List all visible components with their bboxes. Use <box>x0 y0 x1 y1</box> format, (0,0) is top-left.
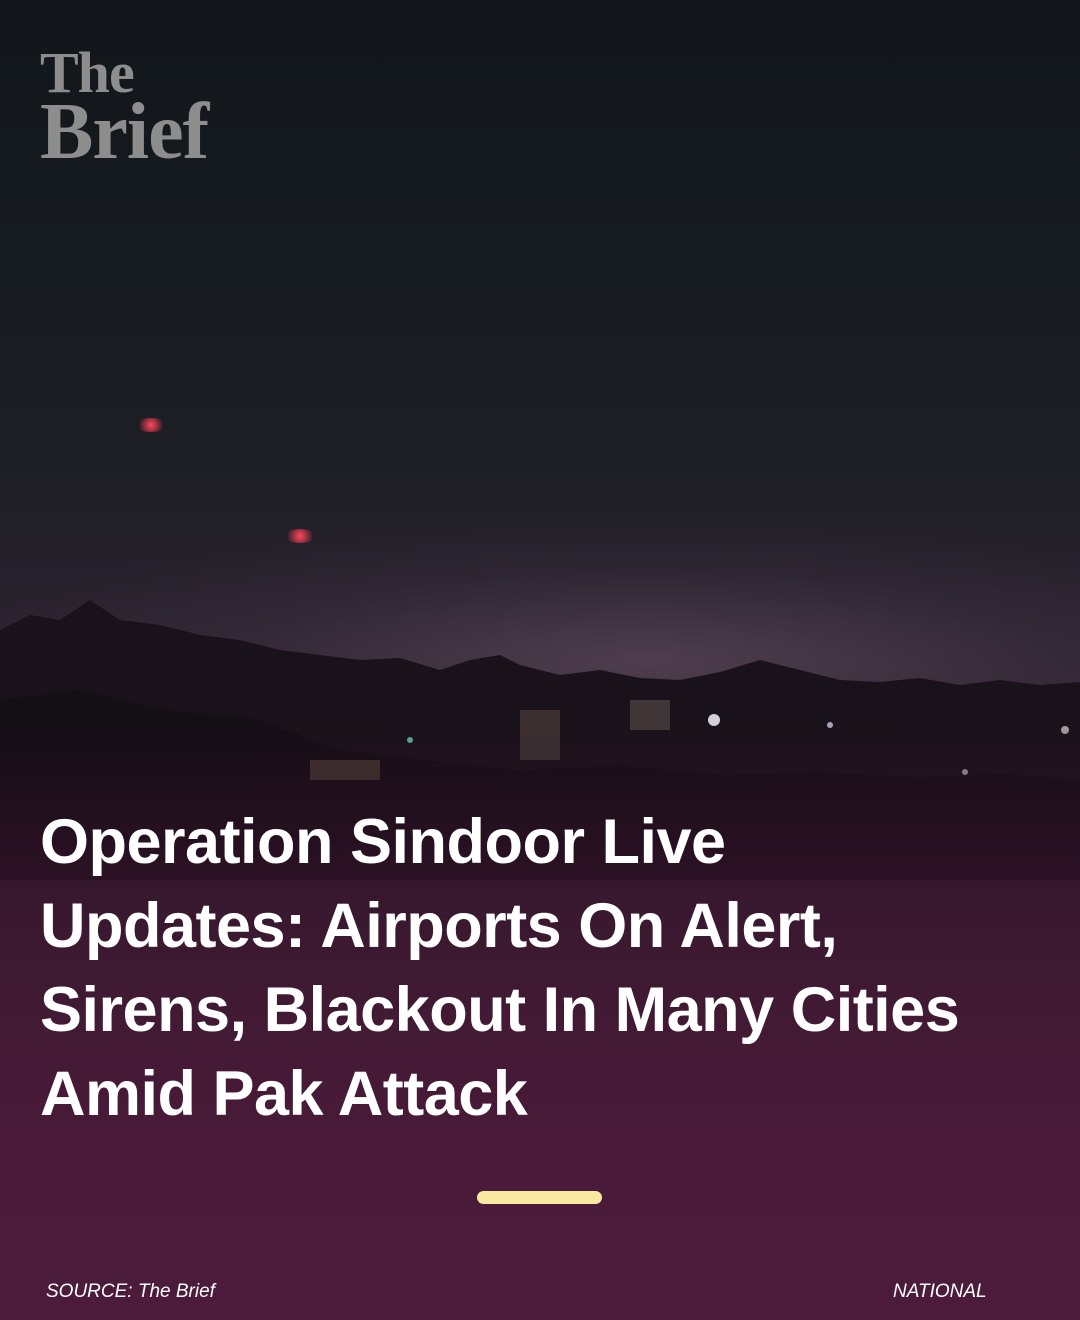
the-brief-logo: The Brief <box>40 44 209 176</box>
source-label: SOURCE: The Brief <box>46 1281 215 1302</box>
category-label: NATIONAL <box>893 1281 987 1302</box>
headline: Operation Sindoor Live Updates: Airports… <box>40 807 960 1129</box>
accent-bar <box>477 1191 602 1204</box>
news-card: The Brief Operation Sindoor Live Updates… <box>0 0 1080 1320</box>
red-light-2 <box>284 529 316 543</box>
logo-word-brief: Brief <box>40 88 209 176</box>
red-light-1 <box>136 418 166 432</box>
